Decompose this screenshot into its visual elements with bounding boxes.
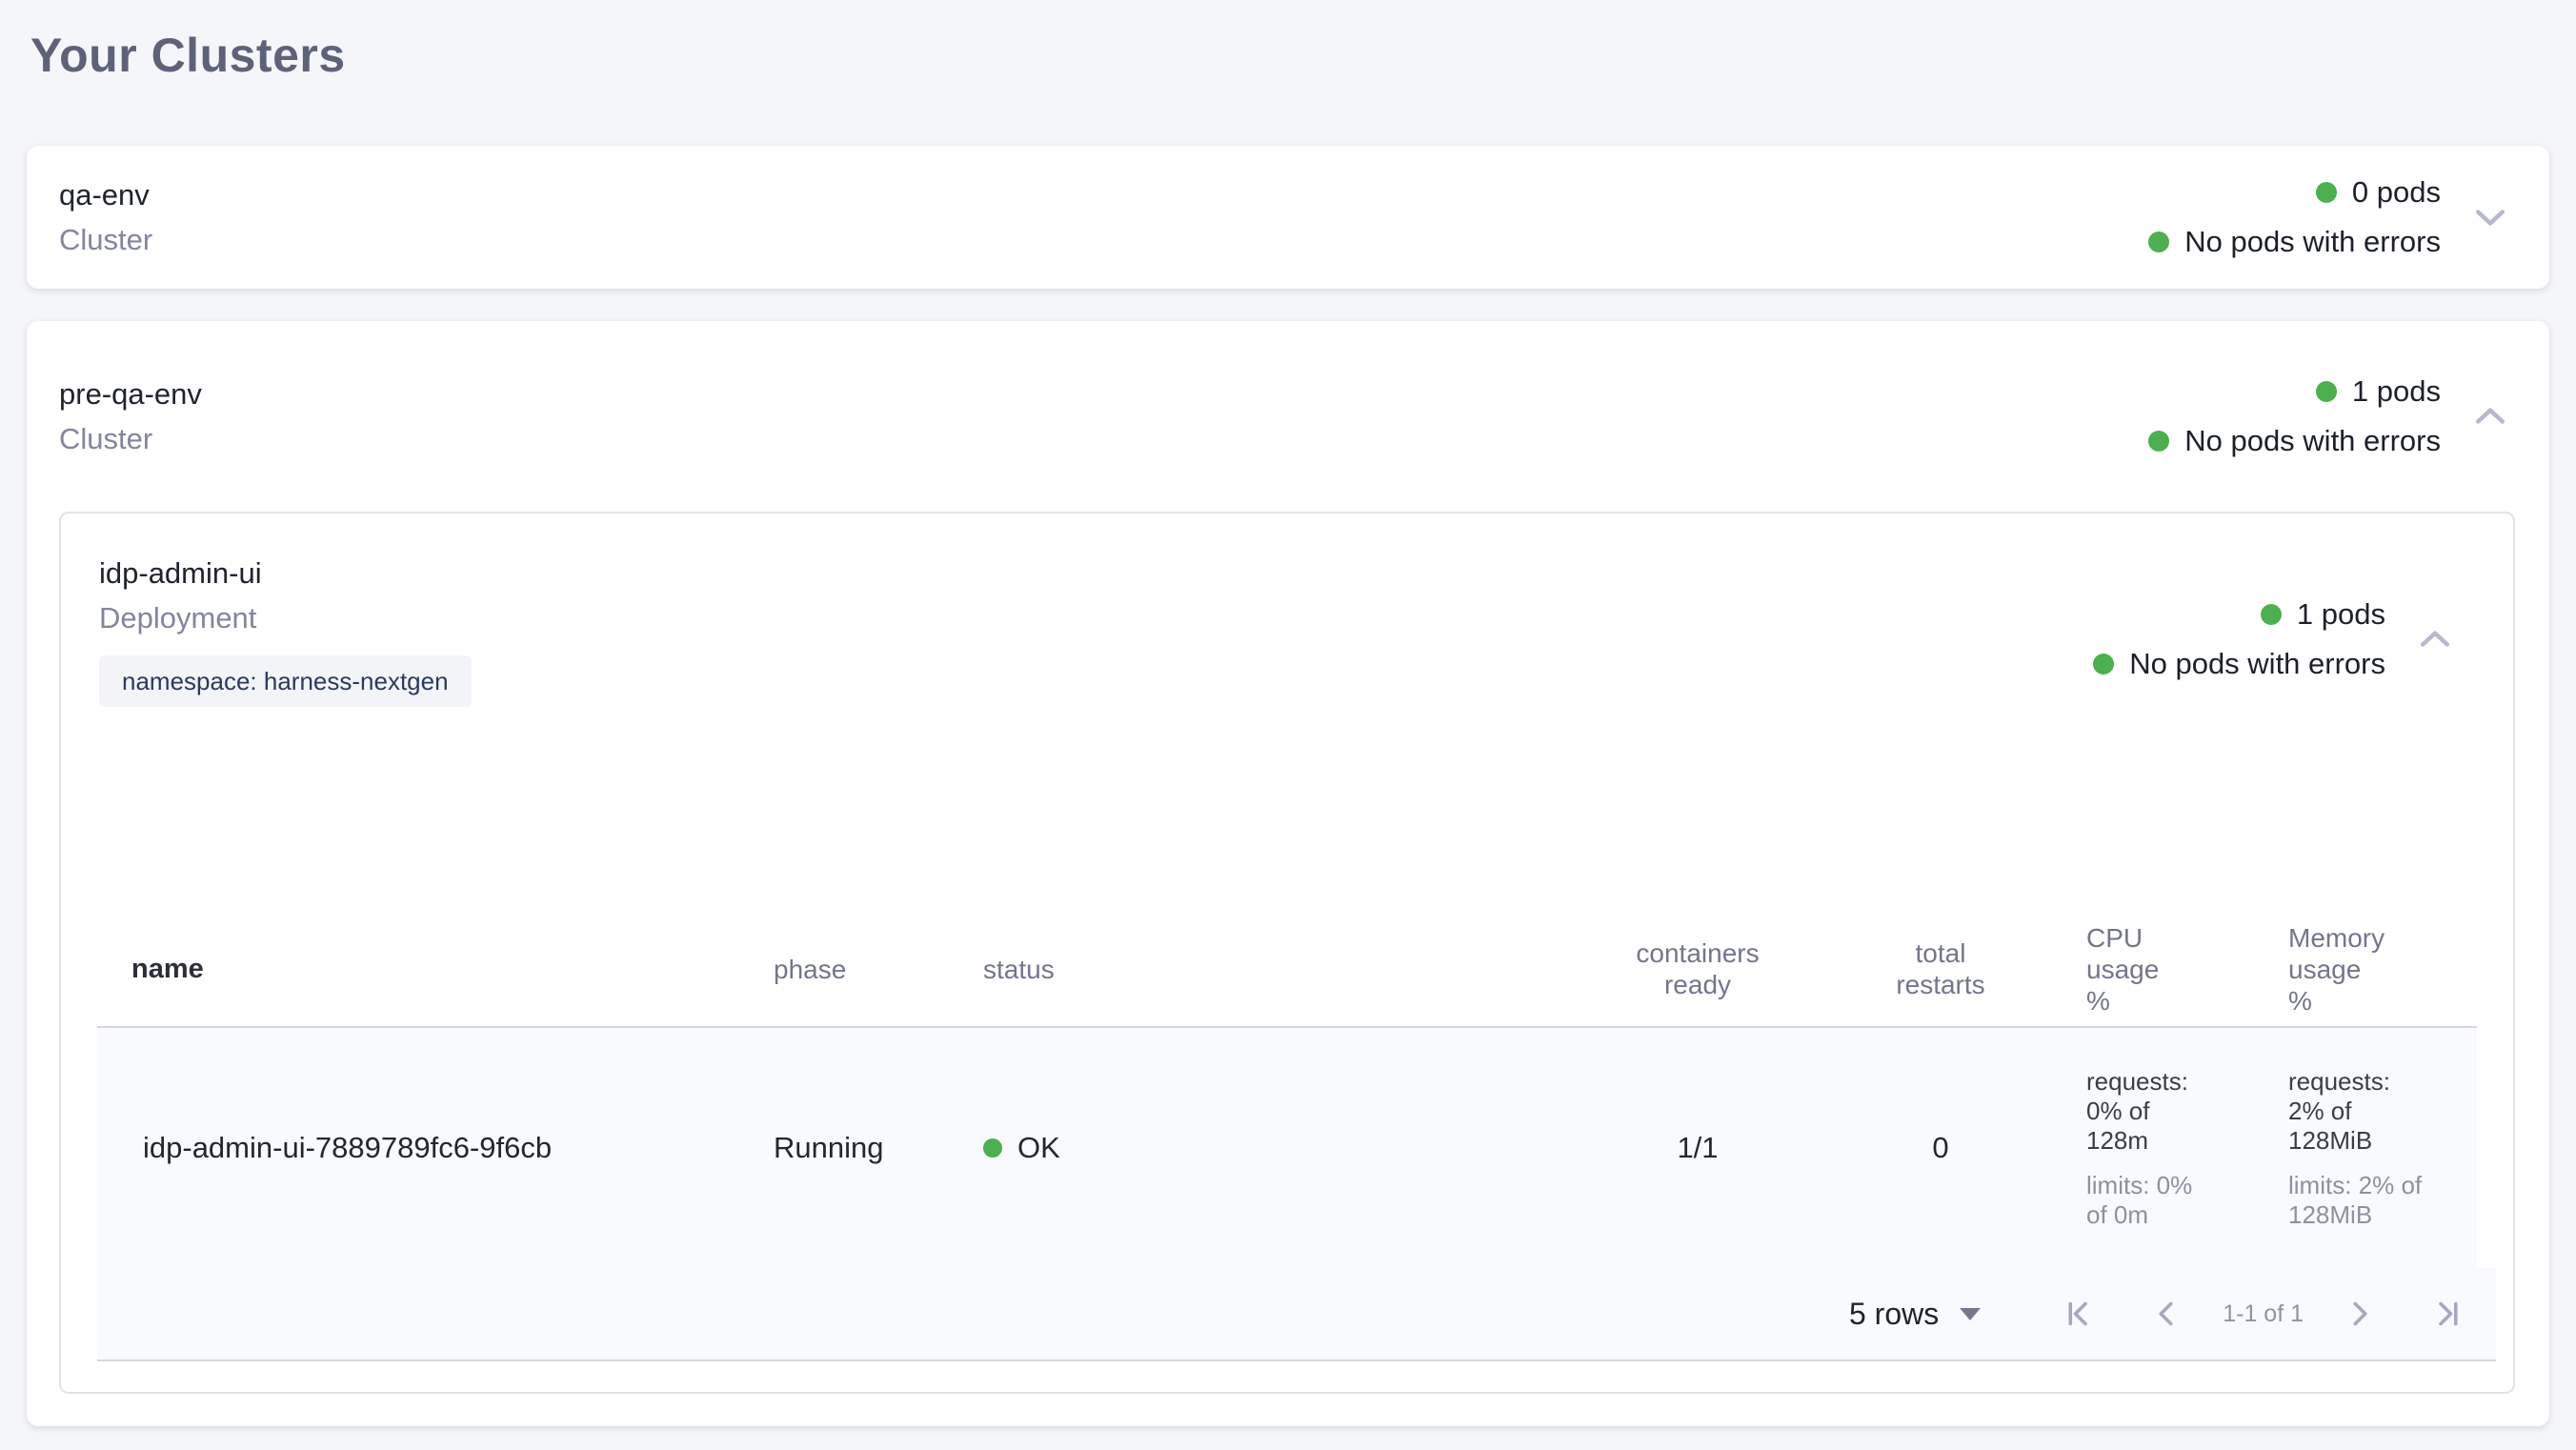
status-ok-dot [2261,604,2282,625]
column-header-containers-ready: containers ready [1574,912,1821,1027]
column-header-total-restarts: total restarts [1821,912,2060,1027]
pods-table: name phase status containers ready total… [97,912,2496,1361]
pods-summary: 1 pods No pods with errors [2148,374,2441,458]
status-ok-dot [2148,431,2169,452]
previous-page-icon[interactable] [2149,1291,2185,1337]
cluster-title-block: pre-qa-env Cluster [59,376,202,457]
deployment-title-block: idp-admin-ui Deployment namespace: harne… [99,555,472,707]
pods-count-label: 0 pods [2352,175,2441,210]
pods-summary: 1 pods No pods with errors [2093,597,2385,681]
column-header-cpu-usage: CPU usage % [2060,912,2262,1027]
cluster-card-qa-env: qa-env Cluster 0 pods No pods with error… [27,146,2549,289]
column-header-memory-usage: Memory usage % [2262,912,2477,1027]
pods-errors-label: No pods with errors [2184,424,2441,458]
deployment-name: idp-admin-ui [99,555,472,592]
pods-errors-label: No pods with errors [2129,647,2385,681]
status-ok-dot [2148,232,2169,252]
cluster-name: pre-qa-env [59,376,202,413]
pod-memory-usage-cell: requests: 2% of 128MiB limits: 2% of 128… [2262,1027,2477,1268]
pods-summary: 0 pods No pods with errors [2148,175,2441,259]
pods-errors-line: No pods with errors [2093,647,2385,681]
chevron-down-icon[interactable] [2465,192,2515,242]
chevron-up-icon[interactable] [2465,392,2515,441]
first-page-icon[interactable] [2062,1291,2098,1337]
cpu-limits: limits: 0% of 0m [2086,1171,2262,1230]
pagination-range-label: 1-1 of 1 [2223,1300,2304,1328]
cluster-card-pre-qa-env: pre-qa-env Cluster 1 pods No pods with e… [27,321,2549,1426]
pods-count-line: 1 pods [2261,597,2385,632]
pod-phase-cell: Running [774,1027,983,1268]
pod-cpu-usage-cell: requests: 0% of 128m limits: 0% of 0m [2060,1027,2262,1268]
pods-count-label: 1 pods [2352,374,2441,409]
pods-count-label: 1 pods [2297,597,2385,632]
cluster-name: qa-env [59,177,152,213]
cluster-kind-label: Cluster [59,421,202,457]
pod-total-restarts-cell: 0 [1821,1027,2060,1268]
deployment-header[interactable]: idp-admin-ui Deployment namespace: harne… [61,555,2513,707]
status-ok-dot [2316,381,2337,402]
pod-status-label: OK [1017,1131,1060,1165]
rows-per-page-label: 5 rows [1849,1297,1939,1332]
clusters-page: Your Clusters qa-env Cluster 0 pods No p… [0,0,2576,1426]
cluster-header-qa-env[interactable]: qa-env Cluster 0 pods No pods with error… [27,146,2549,289]
deployment-kind-label: Deployment [99,600,472,636]
status-ok-dot [983,1138,1002,1158]
cluster-status-block: 0 pods No pods with errors [2148,175,2515,259]
memory-limits: limits: 2% of 128MiB [2288,1171,2477,1230]
pods-errors-line: No pods with errors [2148,225,2441,259]
dropdown-arrow-icon [1960,1308,1981,1320]
column-header-name: name [97,912,774,1027]
chevron-up-icon[interactable] [2410,614,2460,664]
status-ok-dot [2093,654,2114,675]
pod-name-cell: idp-admin-ui-7889789fc6-9f6cb [97,1027,774,1268]
cluster-title-block: qa-env Cluster [59,177,152,258]
namespace-badge: namespace: harness-nextgen [99,655,472,707]
column-header-status: status [983,912,1574,1027]
status-ok-dot [2316,182,2337,203]
pod-status-cell: OK [983,1027,1574,1268]
pods-errors-line: No pods with errors [2148,424,2441,458]
pods-count-line: 1 pods [2316,374,2441,409]
rows-per-page-select[interactable]: 5 rows [1849,1297,1981,1332]
deployment-status-block: 1 pods No pods with errors [2093,597,2460,681]
page-title: Your Clusters [30,27,2549,84]
pod-containers-ready-cell: 1/1 [1574,1027,1821,1268]
table-header-row: name phase status containers ready total… [97,912,2477,1027]
table-pagination: 5 rows 1-1 of 1 [97,1268,2496,1361]
cluster-status-block: 1 pods No pods with errors [2148,374,2515,458]
cpu-requests: requests: 0% of 128m [2086,1067,2262,1156]
next-page-icon[interactable] [2341,1291,2377,1337]
cluster-kind-label: Cluster [59,222,152,258]
pods-count-line: 0 pods [2316,175,2441,210]
memory-requests: requests: 2% of 128MiB [2288,1067,2477,1156]
pods-errors-label: No pods with errors [2184,225,2441,259]
cluster-header-pre-qa-env[interactable]: pre-qa-env Cluster 1 pods No pods with e… [27,321,2549,512]
pod-table-row[interactable]: idp-admin-ui-7889789fc6-9f6cb Running OK… [97,1027,2477,1268]
deployment-card-idp-admin-ui: idp-admin-ui Deployment namespace: harne… [59,512,2515,1394]
last-page-icon[interactable] [2428,1291,2465,1337]
column-header-phase: phase [774,912,983,1027]
